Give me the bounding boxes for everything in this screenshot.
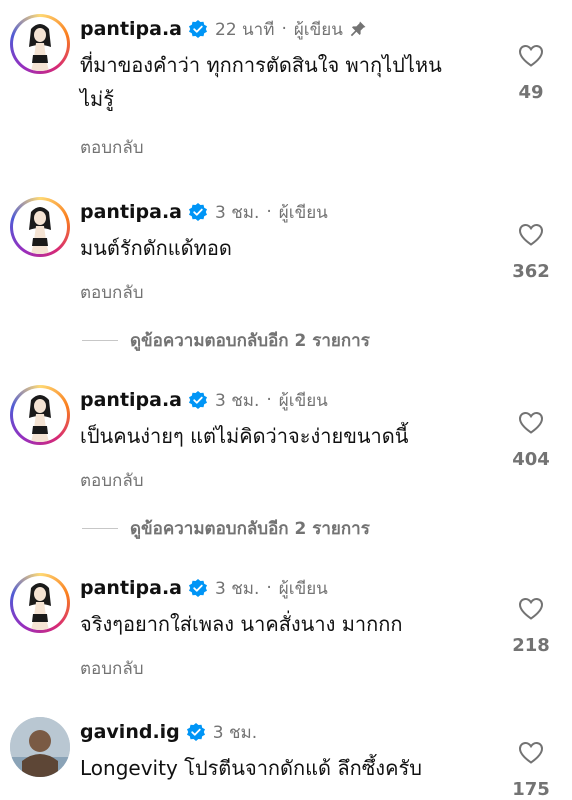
heart-icon[interactable] <box>518 597 544 621</box>
verified-badge-icon <box>189 579 208 597</box>
avatar-illustration <box>29 24 51 71</box>
username[interactable]: pantipa.a <box>80 577 182 599</box>
like-button[interactable]: 175 <box>509 741 553 800</box>
heart-icon[interactable] <box>518 44 544 68</box>
comment-header: pantipa.a 3 ชม. · ผู้เขียน <box>80 387 328 413</box>
comment-text: Longevity โปรตีนจากดักแด้ ลึกซึ้งครับ <box>80 756 422 780</box>
timestamp: 22 นาที <box>215 19 275 40</box>
like-count: 175 <box>512 779 550 800</box>
view-replies-line <box>82 340 118 341</box>
comment-text: มนต์รักดักแด้ทอด <box>80 236 232 260</box>
avatar[interactable] <box>10 14 70 74</box>
username[interactable]: pantipa.a <box>80 18 182 40</box>
username[interactable]: pantipa.a <box>80 201 182 223</box>
dot-separator: · <box>266 390 272 410</box>
like-button[interactable]: 404 <box>509 411 553 470</box>
avatar-photo <box>10 717 70 777</box>
verified-badge-icon <box>189 203 208 221</box>
reply-button[interactable]: ตอบกลับ <box>80 467 144 494</box>
verified-badge-icon <box>189 20 208 38</box>
avatar[interactable] <box>10 385 70 445</box>
verified-badge-icon <box>189 391 208 409</box>
view-replies-label: ดูข้อความตอบกลับอีก 2 รายการ <box>130 519 370 539</box>
comment-text: จริงๆอยากใส่เพลง นาคสั่งนาง มากกก <box>80 612 403 636</box>
view-replies-button[interactable]: ดูข้อความตอบกลับอีก 2 รายการ <box>82 327 370 354</box>
avatar[interactable] <box>10 573 70 633</box>
heart-icon[interactable] <box>518 411 544 435</box>
like-count: 404 <box>512 449 550 470</box>
like-count: 49 <box>518 82 544 103</box>
reply-button[interactable]: ตอบกลับ <box>80 655 144 682</box>
comment-text: เป็นคนง่ายๆ แต่ไม่คิดว่าจะง่ายขนาดนี้ <box>80 424 409 448</box>
timestamp: 3 ชม. <box>215 578 260 599</box>
reply-button[interactable]: ตอบกลับ <box>80 134 144 161</box>
like-button[interactable]: 49 <box>509 44 553 103</box>
username[interactable]: pantipa.a <box>80 389 182 411</box>
like-count: 362 <box>512 261 550 282</box>
heart-icon[interactable] <box>518 741 544 765</box>
author-label: ผู้เขียน <box>278 202 328 223</box>
reply-button[interactable]: ตอบกลับ <box>80 279 144 306</box>
author-label: ผู้เขียน <box>278 390 328 411</box>
view-replies-button[interactable]: ดูข้อความตอบกลับอีก 2 รายการ <box>82 515 370 542</box>
comment-header: pantipa.a 3 ชม. · ผู้เขียน <box>80 575 328 601</box>
comment-header: pantipa.a 22 นาที · ผู้เขียน <box>80 16 367 42</box>
timestamp: 3 ชม. <box>215 202 260 223</box>
author-label: ผู้เขียน <box>293 19 343 40</box>
view-replies-line <box>82 528 118 529</box>
like-button[interactable]: 362 <box>509 223 553 282</box>
dot-separator: · <box>266 578 272 598</box>
avatar-illustration <box>29 395 51 442</box>
timestamp: 3 ชม. <box>215 390 260 411</box>
like-count: 218 <box>512 635 550 656</box>
author-label: ผู้เขียน <box>278 578 328 599</box>
view-replies-label: ดูข้อความตอบกลับอีก 2 รายการ <box>130 331 370 351</box>
pin-icon <box>350 21 366 37</box>
comments-list: pantipa.a 22 นาที · ผู้เขียน ที่มาของคำว… <box>0 0 572 800</box>
avatar-illustration <box>29 207 51 254</box>
comment-header: gavind.ig 3 ชม. <box>80 719 257 745</box>
avatar[interactable] <box>10 717 70 777</box>
comment-text: ที่มาของคำว่า ทุกการตัดสินใจ พากุไปไหน ไ… <box>80 53 442 111</box>
verified-badge-icon <box>186 723 205 741</box>
avatar[interactable] <box>10 197 70 257</box>
comment-header: pantipa.a 3 ชม. · ผู้เขียน <box>80 199 328 225</box>
dot-separator: · <box>266 202 272 222</box>
dot-separator: · <box>281 19 287 39</box>
heart-icon[interactable] <box>518 223 544 247</box>
like-button[interactable]: 218 <box>509 597 553 656</box>
timestamp: 3 ชม. <box>212 722 258 743</box>
avatar-illustration <box>29 583 51 630</box>
username[interactable]: gavind.ig <box>80 721 180 743</box>
